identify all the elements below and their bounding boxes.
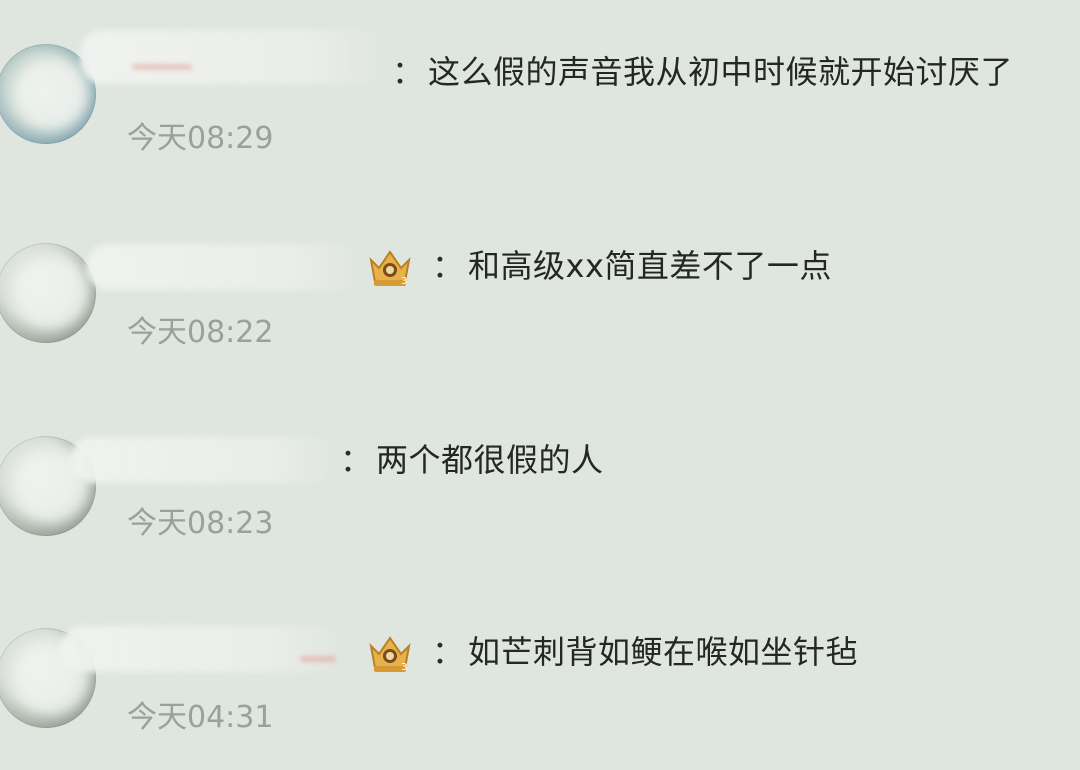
avatar[interactable] [0, 243, 96, 343]
comment-time: 今天04:31 [127, 700, 274, 735]
separator: ： [340, 441, 373, 479]
comment-item: 3 ： 如芒刺背如鲠在喉如坐针毡 今天04:31 [0, 0, 1080, 735]
comment-text: 两个都很假的人 [376, 441, 604, 479]
username-blurred[interactable] [60, 626, 338, 672]
svg-text:3: 3 [401, 662, 407, 673]
comment-feed: ： 这么假的声音我从初中时候就开始讨厌了 今天08:29 3 ： 和高级xx简直… [0, 0, 1080, 770]
comment-text: 如芒刺背如鲠在喉如坐针毡 [468, 633, 859, 671]
username-blurred[interactable] [70, 437, 332, 483]
comment-time: 今天08:22 [127, 315, 274, 350]
crown-badge-icon[interactable]: 3 [365, 246, 415, 290]
username-blurred[interactable] [86, 244, 358, 290]
username-fragment [300, 656, 336, 662]
separator: ： [432, 633, 465, 671]
crown-badge-icon[interactable]: 3 [365, 632, 415, 676]
comment-time: 今天08:23 [127, 506, 274, 541]
svg-text:3: 3 [401, 276, 407, 287]
separator: ： [432, 247, 465, 285]
comment-text: 和高级xx简直差不了一点 [468, 247, 832, 285]
